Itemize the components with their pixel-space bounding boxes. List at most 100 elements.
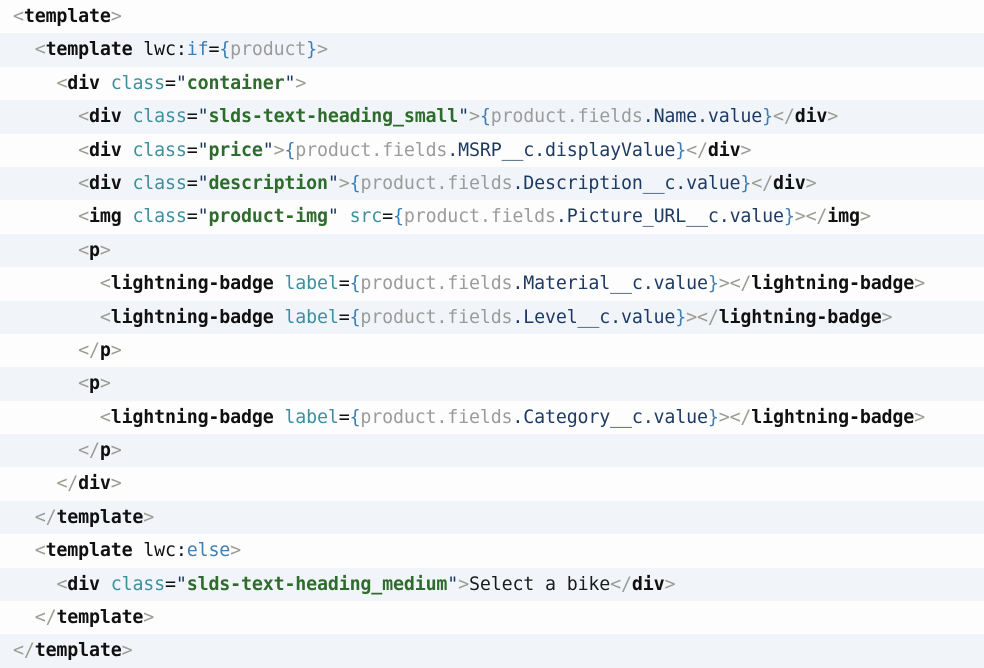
- code-token: =: [186, 206, 198, 228]
- code-line[interactable]: <div class="slds-text-heading_small">{pr…: [0, 100, 984, 134]
- code-token: }: [707, 406, 719, 428]
- code-line[interactable]: <template>: [0, 0, 984, 34]
- code-token: slds-text-heading_small: [208, 106, 459, 128]
- code-token: >: [317, 39, 328, 61]
- code-token: </: [610, 573, 632, 595]
- code-token: >: [794, 206, 806, 228]
- code-token: </: [78, 339, 100, 361]
- code-line[interactable]: </template>: [0, 601, 984, 635]
- code-token: ": [262, 139, 274, 161]
- code-line[interactable]: <div class="container">: [0, 66, 984, 101]
- code-line[interactable]: <div class="price">{product.fields.MSRP_…: [0, 133, 984, 167]
- code-token: :: [175, 39, 187, 61]
- code-token: }: [783, 206, 795, 228]
- code-token: lightning-badge: [110, 406, 274, 428]
- code-token: >: [881, 306, 893, 328]
- code-line[interactable]: </template>: [0, 500, 984, 535]
- code-token: ": [175, 72, 187, 94]
- code-token: lwc: [143, 39, 176, 61]
- code-token: div: [89, 172, 122, 194]
- code-token: product.fields: [360, 306, 513, 328]
- code-editor-viewport[interactable]: <template> <template lwc:if={product}> <…: [0, 0, 984, 668]
- code-line[interactable]: </p>: [0, 434, 984, 468]
- code-token: ": [447, 573, 459, 595]
- code-token: slds-text-heading_medium: [186, 573, 448, 595]
- code-token: if: [186, 39, 209, 61]
- code-token: img: [827, 206, 860, 228]
- code-token: >: [664, 573, 676, 595]
- code-token: <: [13, 6, 24, 27]
- code-token: >: [230, 540, 242, 562]
- code-token: >: [273, 139, 285, 161]
- code-token: =: [208, 39, 220, 61]
- code-token: label: [284, 406, 339, 428]
- code-token: <: [78, 172, 89, 194]
- code-token: }: [740, 172, 752, 194]
- code-token: >: [99, 239, 111, 261]
- code-token: lightning-badge: [110, 306, 274, 328]
- code-line[interactable]: <p>: [0, 233, 984, 268]
- code-token: {: [349, 406, 361, 428]
- code-line[interactable]: </div>: [0, 467, 984, 501]
- code-token: .MSRP__c.displayValue: [447, 139, 676, 161]
- code-token: </: [686, 139, 708, 161]
- code-line[interactable]: </p>: [0, 333, 984, 368]
- code-line[interactable]: <lightning-badge label={product.fields.L…: [0, 300, 984, 334]
- code-token: <: [78, 139, 89, 161]
- code-token: >: [338, 172, 350, 194]
- code-token: >: [121, 640, 133, 662]
- code-token: price: [208, 139, 263, 161]
- code-token: >: [859, 206, 871, 228]
- code-token: ": [197, 172, 209, 194]
- code-line[interactable]: <lightning-badge label={product.fields.C…: [0, 400, 984, 435]
- code-token: </: [13, 640, 35, 662]
- code-token: >: [110, 339, 122, 361]
- code-line[interactable]: <div class="description">{product.fields…: [0, 166, 984, 201]
- code-token: <: [78, 239, 89, 261]
- code-token: ": [175, 573, 187, 595]
- code-token: =: [186, 172, 198, 194]
- code-token: template: [34, 640, 122, 662]
- code-token: .Material__c.value: [512, 273, 708, 295]
- code-token: template: [56, 607, 144, 629]
- code-line[interactable]: <div class="slds-text-heading_medium">Se…: [0, 567, 984, 602]
- code-token: class: [132, 106, 187, 128]
- code-line[interactable]: <template lwc:if={product}>: [0, 33, 984, 67]
- code-token: >: [110, 440, 122, 462]
- code-line[interactable]: <p>: [0, 367, 984, 401]
- code-line[interactable]: <lightning-badge label={product.fields.M…: [0, 267, 984, 301]
- code-token: >: [458, 573, 470, 595]
- code-token: <: [99, 306, 111, 328]
- code-token: </: [729, 406, 752, 428]
- code-token: p: [99, 440, 111, 462]
- code-token: </: [729, 273, 752, 295]
- code-token: =: [338, 406, 350, 428]
- code-line[interactable]: <img class="product-img" src={product.fi…: [0, 200, 984, 234]
- code-token: div: [794, 106, 828, 128]
- code-line[interactable]: <template lwc:else>: [0, 534, 984, 568]
- code-token: p: [89, 373, 100, 395]
- code-token: div: [89, 139, 122, 161]
- code-token: <: [56, 72, 68, 94]
- code-token: src: [349, 206, 383, 228]
- code-token: class: [132, 139, 187, 161]
- code-line[interactable]: </template>: [0, 634, 984, 668]
- code-token: p: [89, 239, 100, 261]
- code-token: lightning-badge: [751, 406, 915, 428]
